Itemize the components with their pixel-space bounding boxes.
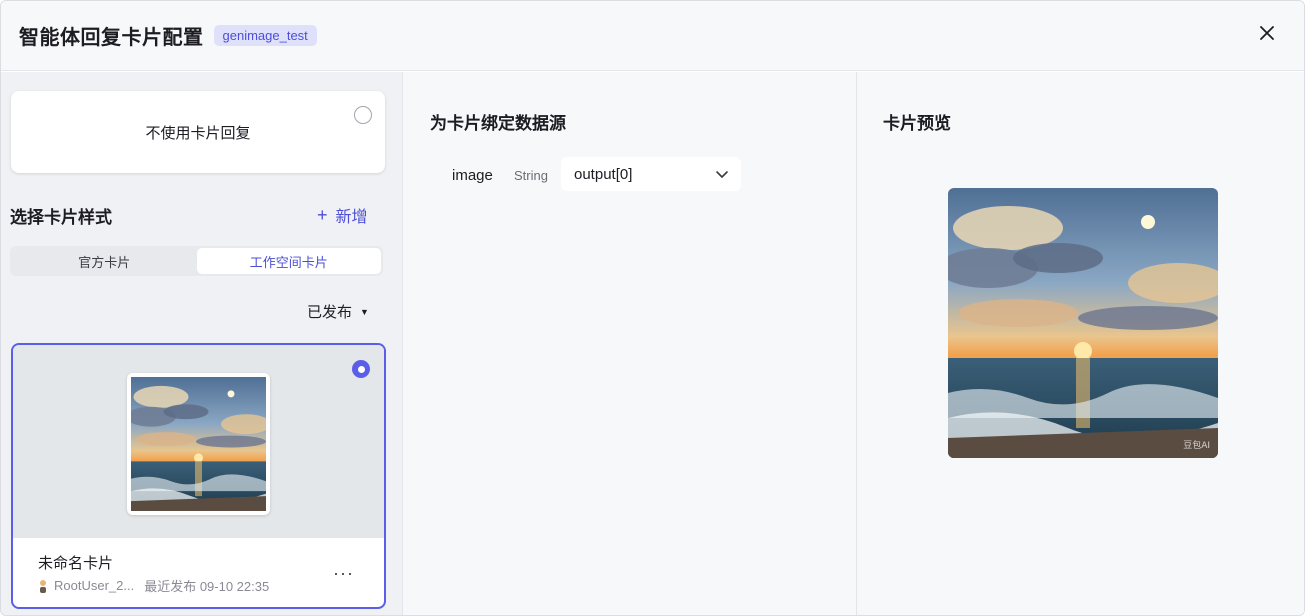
tab-workspace-cards[interactable]: 工作空间卡片	[196, 248, 381, 274]
card-source-tabs: 官方卡片 工作空间卡片	[10, 246, 383, 276]
dialog-title: 智能体回复卡片配置	[19, 27, 204, 49]
preview-title: 卡片预览	[883, 114, 951, 133]
close-button[interactable]	[1252, 18, 1282, 48]
close-icon	[1260, 26, 1274, 40]
status-filter-label: 已发布	[307, 304, 353, 321]
section-title: 选择卡片样式	[10, 208, 112, 227]
avatar-icon	[40, 579, 46, 593]
agent-tag: genimage_test	[213, 25, 317, 46]
no-card-label: 不使用卡片回复	[145, 124, 251, 142]
add-card-button[interactable]: + 新增	[317, 203, 368, 227]
binding-title: 为卡片绑定数据源	[430, 114, 566, 133]
plus-icon: +	[317, 204, 328, 225]
card-published-time: 最近发布 09-10 22:35	[144, 579, 270, 594]
field-type: String	[514, 168, 548, 183]
seascape-preview-image: 豆包AI	[948, 188, 1218, 458]
card-config-dialog: 智能体回复卡片配置 genimage_test 不使用卡片回复 选择卡片样式 +…	[0, 0, 1305, 616]
no-card-radio[interactable]	[354, 106, 372, 124]
field-name: image	[452, 167, 493, 184]
data-source-select[interactable]: output[0]	[561, 157, 741, 191]
more-options-button[interactable]: ···	[333, 563, 354, 584]
card-owner: RootUser_2...	[54, 578, 135, 593]
card-thumbnail	[127, 373, 270, 515]
card-style-panel: 不使用卡片回复 选择卡片样式 + 新增 官方卡片 工作空间卡片 已发布 ▼ 未命…	[1, 72, 403, 615]
watermark-text: 豆包AI	[1183, 439, 1210, 451]
preview-image: 豆包AI	[948, 188, 1218, 458]
add-card-label: 新增	[335, 209, 368, 226]
data-binding-panel: 为卡片绑定数据源 image String output[0]	[403, 72, 857, 615]
chevron-down-icon	[716, 171, 728, 178]
card-item[interactable]: 未命名卡片 RootUser_2... 最近发布 09-10 22:35 ···	[11, 343, 386, 609]
dialog-header: 智能体回复卡片配置 genimage_test	[1, 1, 1304, 71]
tab-official-cards[interactable]: 官方卡片	[12, 248, 197, 274]
card-meta: RootUser_2... 最近发布 09-10 22:35	[38, 576, 269, 595]
card-selected-radio[interactable]	[352, 360, 370, 378]
card-thumbnail-area	[13, 345, 384, 538]
no-card-option[interactable]: 不使用卡片回复	[11, 91, 385, 173]
seascape-thumbnail-image	[131, 377, 266, 511]
data-source-value: output[0]	[574, 165, 633, 183]
card-preview-panel: 卡片预览 豆包AI	[857, 72, 1304, 615]
status-filter-dropdown[interactable]: 已发布 ▼	[307, 301, 369, 322]
caret-down-icon: ▼	[360, 306, 369, 317]
card-name: 未命名卡片	[38, 555, 114, 572]
